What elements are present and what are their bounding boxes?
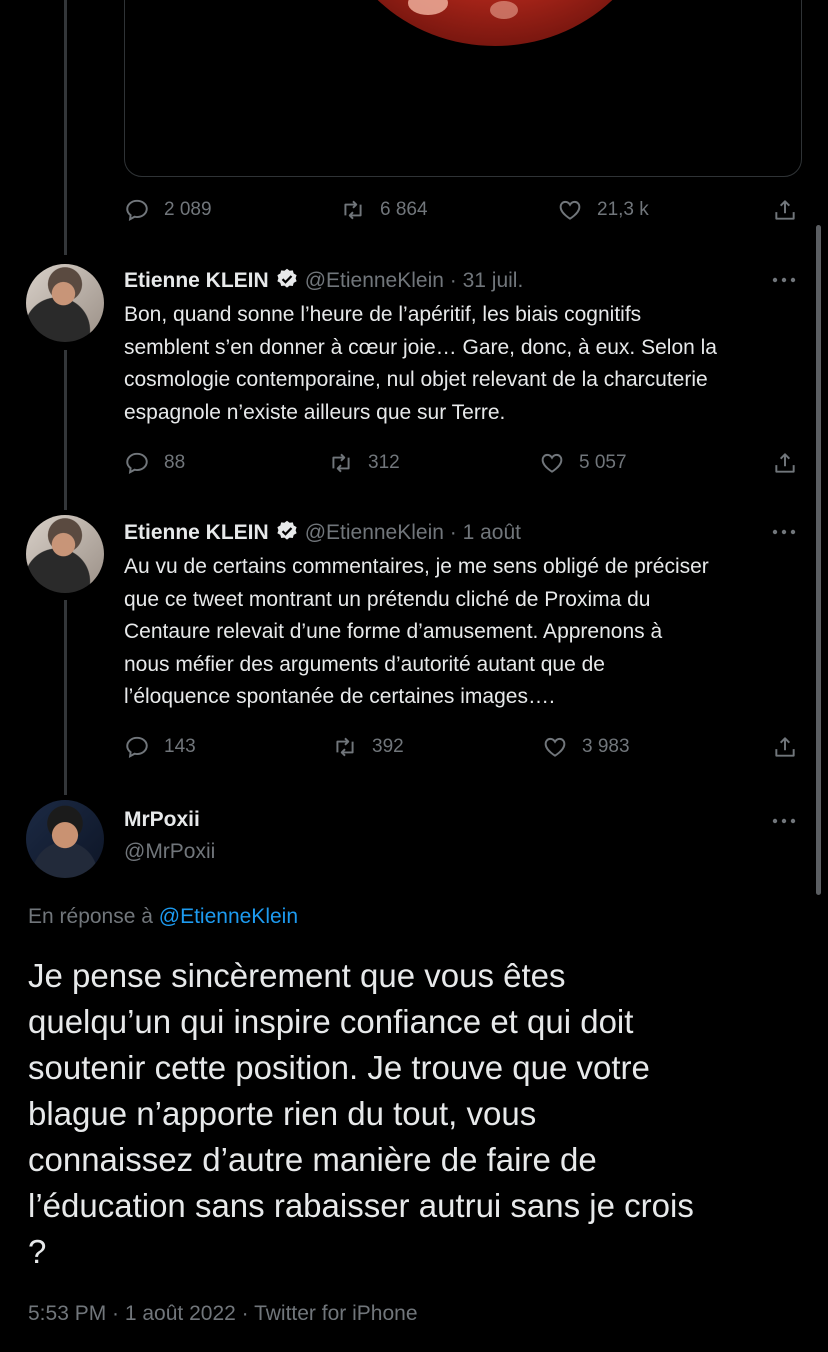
reply-prefix: En réponse à bbox=[28, 905, 159, 928]
share-icon bbox=[775, 453, 795, 473]
like-count: 5 057 bbox=[579, 452, 627, 473]
reply-count: 143 bbox=[164, 736, 196, 757]
reply-button[interactable]: 2 089 bbox=[124, 197, 212, 223]
tweet-text-line: que ce tweet montrant un prétendu cliché… bbox=[124, 587, 651, 611]
avatar[interactable] bbox=[26, 264, 104, 342]
image-red-object bbox=[330, 0, 660, 46]
retweet-icon bbox=[344, 200, 362, 220]
retweet-button[interactable]: 6 864 bbox=[340, 197, 428, 223]
retweet-count: 392 bbox=[372, 736, 404, 757]
tweet-media-image[interactable] bbox=[124, 0, 802, 177]
share-button[interactable] bbox=[772, 734, 798, 760]
share-icon bbox=[775, 737, 795, 757]
tweet-header: MrPoxii @MrPoxii bbox=[124, 808, 215, 864]
more-icon[interactable] bbox=[770, 522, 798, 542]
like-icon bbox=[541, 453, 563, 473]
handle[interactable]: @MrPoxii bbox=[124, 840, 215, 864]
retweet-icon bbox=[332, 453, 350, 473]
like-button[interactable]: 5 057 bbox=[539, 450, 627, 476]
tweet-text-line: espagnole n’existe ailleurs que sur Terr… bbox=[124, 400, 506, 424]
tweet-text-line: nous méfier des arguments d’autorité aut… bbox=[124, 652, 605, 676]
tweet-text-line: l’éloquence spontanée de certaines image… bbox=[124, 685, 555, 708]
tweet-text-line: Centaure relevait d’une forme d’amusemen… bbox=[124, 620, 663, 643]
verified-badge-icon bbox=[277, 520, 297, 540]
retweet-button[interactable]: 312 bbox=[328, 450, 400, 476]
like-icon bbox=[559, 200, 581, 220]
tweet-text-line: semblent s’en donner à cœur joie… Gare, … bbox=[124, 335, 717, 359]
tweet-date[interactable]: · 31 juil. bbox=[450, 269, 524, 292]
retweet-count: 6 864 bbox=[380, 199, 428, 220]
tweet-text-line: Bon, quand sonne l’heure de l’apéritif, … bbox=[124, 303, 642, 326]
tweet-text-line: quelqu’un qui inspire confiance et qui d… bbox=[28, 1003, 634, 1040]
scrollbar[interactable] bbox=[816, 225, 821, 895]
reply-count: 2 089 bbox=[164, 199, 212, 220]
like-button[interactable]: 3 983 bbox=[542, 734, 630, 760]
tweet-text-line: l’éducation sans rabaisser autrui sans j… bbox=[28, 1187, 694, 1224]
retweet-icon bbox=[336, 737, 354, 757]
reply-context: En réponse à @EtienneKlein bbox=[28, 905, 298, 929]
thread-line bbox=[64, 600, 67, 795]
tweet-text-line: blague n’apporte rien du tout, vous bbox=[28, 1095, 537, 1132]
handle[interactable]: @EtienneKlein bbox=[305, 269, 444, 292]
reply-count: 88 bbox=[164, 452, 186, 473]
like-count: 21,3 k bbox=[597, 199, 649, 220]
tweet-text-line: soutenir cette position. Je trouve que v… bbox=[28, 1049, 650, 1086]
more-icon[interactable] bbox=[770, 270, 798, 290]
handle[interactable]: @EtienneKlein bbox=[305, 521, 444, 544]
tweet-text-line: ? bbox=[28, 1233, 47, 1270]
tweet-meta[interactable]: 5:53 PM · 1 août 2022 · Twitter for iPho… bbox=[28, 1302, 418, 1326]
share-button[interactable] bbox=[772, 450, 798, 476]
tweet-header: Etienne KLEIN @EtienneKlein · 1 août bbox=[124, 519, 521, 545]
tweet-text-line: connaissez d’autre manière de faire de bbox=[28, 1141, 597, 1178]
display-name[interactable]: Etienne KLEIN bbox=[124, 521, 269, 544]
tweet-actions: 2 089 6 864 21,3 k bbox=[124, 197, 800, 227]
tweet-date[interactable]: · 1 août bbox=[450, 521, 521, 544]
verified-badge-icon bbox=[277, 268, 297, 288]
reply-handle-link[interactable]: @EtienneKlein bbox=[159, 905, 298, 928]
share-button[interactable] bbox=[772, 197, 798, 223]
avatar[interactable] bbox=[26, 800, 104, 878]
display-name[interactable]: Etienne KLEIN bbox=[124, 269, 269, 292]
thread-line bbox=[64, 0, 67, 255]
retweet-count: 312 bbox=[368, 452, 400, 473]
tweet-text: Bon, quand sonne l’heure de l’apéritif, … bbox=[124, 299, 804, 429]
share-icon bbox=[775, 200, 795, 220]
tweet-text-line: cosmologie contemporaine, nul objet rele… bbox=[124, 368, 708, 391]
tweet-header: Etienne KLEIN @EtienneKlein · 31 juil. bbox=[124, 267, 523, 293]
reply-icon bbox=[126, 199, 148, 221]
tweet-actions: 88 312 5 057 bbox=[124, 450, 800, 480]
like-count: 3 983 bbox=[582, 736, 630, 757]
reply-button[interactable]: 143 bbox=[124, 734, 196, 760]
tweet-text-line: Au vu de certains commentaires, je me se… bbox=[124, 555, 709, 578]
tweet-actions: 143 392 3 983 bbox=[124, 734, 800, 764]
main-tweet-text: Je pense sincèrement que vous êtes quelq… bbox=[28, 953, 808, 1275]
reply-button[interactable]: 88 bbox=[124, 450, 185, 476]
reply-icon bbox=[126, 452, 148, 474]
display-name[interactable]: MrPoxii bbox=[124, 808, 215, 832]
avatar[interactable] bbox=[26, 515, 104, 593]
reply-icon bbox=[126, 736, 148, 758]
like-icon bbox=[544, 737, 566, 757]
tweet-text: Au vu de certains commentaires, je me se… bbox=[124, 551, 804, 714]
thread-line bbox=[64, 350, 67, 510]
retweet-button[interactable]: 392 bbox=[332, 734, 404, 760]
like-button[interactable]: 21,3 k bbox=[557, 197, 649, 223]
more-icon[interactable] bbox=[770, 811, 798, 831]
tweet-text-line: Je pense sincèrement que vous êtes bbox=[28, 957, 566, 994]
